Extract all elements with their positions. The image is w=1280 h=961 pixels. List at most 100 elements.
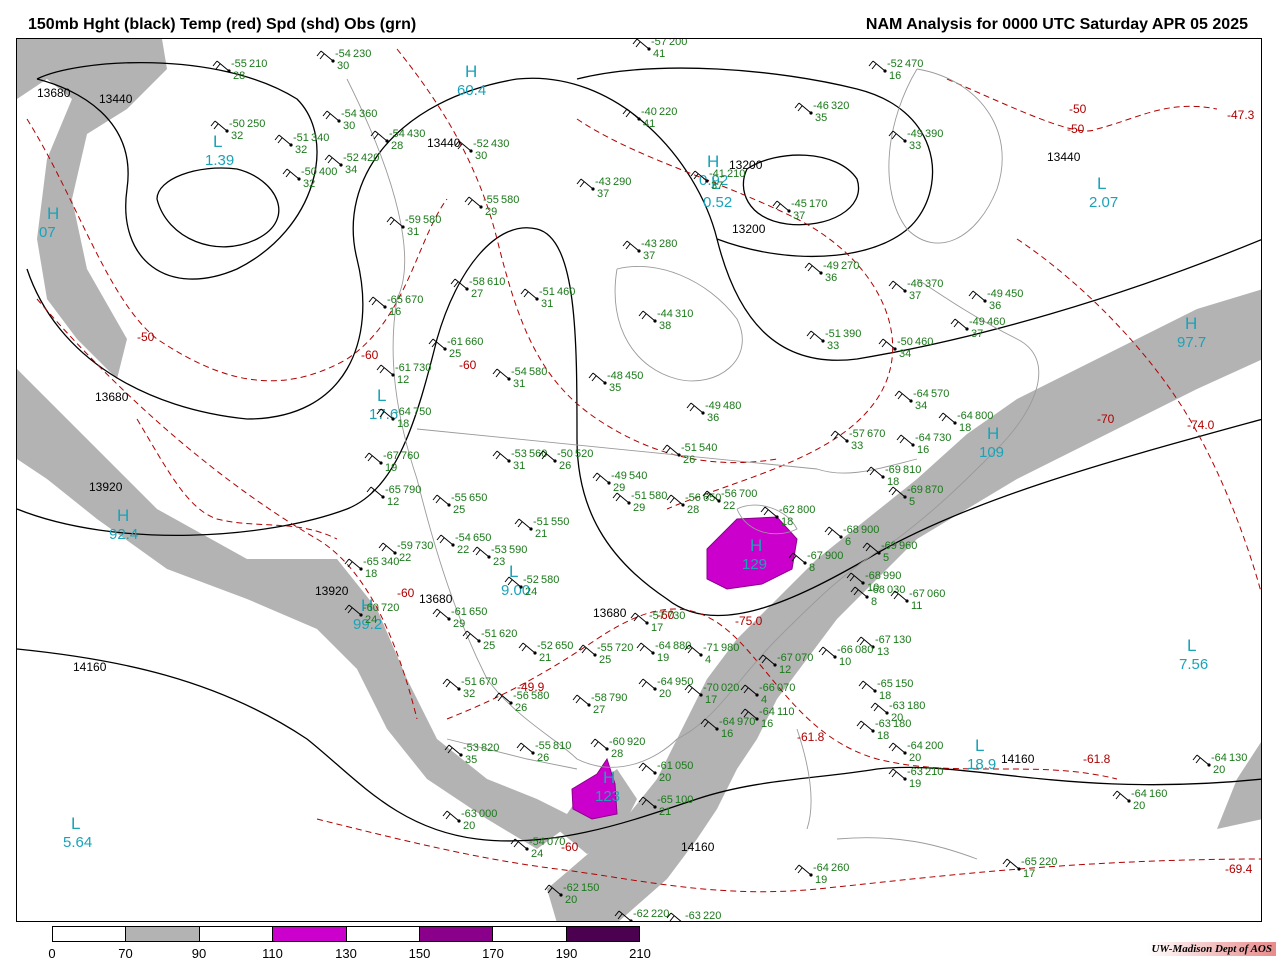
obs-temperature: -49 — [969, 316, 985, 328]
wind-barb-icon — [386, 216, 404, 228]
wind-barb-icon — [968, 290, 986, 302]
wind-barb-icon — [274, 134, 292, 146]
obs-height: 290 — [613, 176, 631, 188]
obs-temperature: -63 — [875, 718, 891, 730]
obs-height: 960 — [899, 540, 917, 552]
obs-dewpoint-depression: 33 — [827, 340, 839, 352]
obs-dewpoint-depression: 16 — [889, 70, 901, 82]
obs-height: 020 — [721, 682, 739, 694]
obs-height: 730 — [933, 432, 951, 444]
station-plot: -65 15018 — [858, 678, 913, 702]
wind-barb-icon — [462, 630, 480, 642]
obs-dewpoint-depression: 32 — [231, 130, 243, 142]
wind-barb-icon — [1192, 754, 1210, 766]
legend-bin — [566, 927, 639, 941]
obs-height: 730 — [413, 362, 431, 374]
station-plot: -53 590 23 — [472, 544, 527, 568]
station-plot: -69 960 5 — [862, 540, 917, 564]
wind-barb-icon — [686, 402, 704, 414]
obs-temperature: -63 — [907, 766, 923, 778]
station-plot: -63 210 19 — [888, 766, 943, 790]
station-plot: -52 470 16 — [868, 58, 923, 82]
station-plot: -57 200 41 — [632, 39, 687, 60]
station-dot-icon — [681, 921, 684, 922]
wind-barb-icon — [866, 466, 884, 478]
obs-dewpoint-depression: 23 — [493, 556, 505, 568]
obs-dewpoint-depression: 20 — [565, 894, 577, 906]
wind-barb-icon — [590, 738, 608, 750]
obs-dewpoint-depression: 31 — [513, 378, 525, 390]
station-plot: -55 210 28 — [212, 58, 267, 82]
obs-temperature: -51 — [481, 628, 497, 640]
station-plot: -64 200 20 — [888, 740, 943, 764]
station-plot: -62 150 20 — [544, 882, 599, 906]
obs-height: 550 — [551, 516, 569, 528]
wind-barb-icon — [436, 534, 454, 546]
obs-dewpoint-depression: 24 — [365, 614, 377, 626]
obs-dewpoint-depression: 36 — [825, 272, 837, 284]
obs-temperature: -63 — [889, 700, 905, 712]
station-plot: -61 050 20 — [638, 760, 693, 784]
obs-dewpoint-depression: 25 — [453, 504, 465, 516]
obs-temperature: -54 — [529, 836, 545, 848]
obs-temperature: -61 — [451, 606, 467, 618]
station-plot: -57 670 33 — [830, 428, 885, 452]
obs-temperature: -50 — [301, 166, 317, 178]
obs-height: 060 — [927, 588, 945, 600]
obs-dewpoint-depression: 20 — [659, 772, 671, 784]
obs-temperature: -50 — [229, 118, 245, 130]
station-plot: -59 580 31 — [386, 214, 441, 238]
station-plot: -64 730 16 — [896, 432, 951, 456]
wind-barb-icon — [518, 642, 536, 654]
wind-barb-icon — [454, 140, 472, 152]
obs-height: 810 — [903, 464, 921, 476]
station-plot: -64 970 16 — [700, 716, 755, 740]
wind-barb-icon — [666, 912, 682, 921]
wind-barb-icon — [804, 262, 822, 274]
obs-temperature: -52 — [523, 574, 539, 586]
observation-group: -54 23030-55 21028-50 25032-54 36030-51 34032… — [210, 39, 1247, 922]
obs-temperature: -69 — [885, 464, 901, 476]
obs-temperature: -66 — [759, 682, 775, 694]
wind-barb-icon — [544, 884, 562, 896]
wind-barb-icon — [806, 330, 824, 342]
obs-height: 150 — [581, 882, 599, 894]
wind-barb-icon — [850, 586, 868, 598]
obs-height: 390 — [843, 328, 861, 340]
wind-barb-icon — [772, 200, 790, 212]
obs-height: 670 — [867, 428, 885, 440]
obs-temperature: -63 — [685, 910, 701, 922]
obs-dewpoint-depression: 34 — [345, 164, 357, 176]
obs-dewpoint-depression: 25 — [483, 640, 495, 652]
obs-height: 450 — [1005, 288, 1023, 300]
station-plot: -46 320 35 — [794, 100, 849, 124]
obs-dewpoint-depression: 21 — [659, 806, 671, 818]
obs-temperature: -49 — [823, 260, 839, 272]
obs-height: 580 — [423, 214, 441, 226]
obs-height: 610 — [487, 276, 505, 288]
station-plot: -51 620 25 — [462, 628, 517, 652]
obs-height: 460 — [557, 286, 575, 298]
wind-barb-icon — [690, 170, 708, 182]
legend-tick: 110 — [262, 946, 283, 961]
obs-dewpoint-depression: 41 — [653, 48, 665, 60]
wind-barb-icon — [376, 408, 394, 420]
obs-temperature: -64 — [915, 432, 931, 444]
obs-dewpoint-depression: 25 — [449, 348, 461, 360]
obs-dewpoint-depression: 36 — [989, 300, 1001, 312]
obs-height: 430 — [407, 128, 425, 140]
obs-height: 460 — [987, 316, 1005, 328]
wind-barb-icon — [858, 680, 876, 692]
obs-height: 560 — [529, 448, 547, 460]
wind-barb-icon — [376, 364, 394, 376]
obs-temperature: -61 — [657, 760, 673, 772]
legend-bin — [126, 927, 200, 941]
station-plot: -64 260 19 — [794, 862, 849, 886]
station-plot: -40 220 41 — [622, 106, 677, 130]
station-plot: -63 000 20 — [442, 808, 497, 832]
obs-temperature: -68 — [869, 584, 885, 596]
obs-height: 580 — [501, 194, 519, 206]
obs-dewpoint-depression: 16 — [761, 718, 773, 730]
obs-dewpoint-depression: 20 — [1133, 800, 1145, 812]
wind-barb-icon — [638, 796, 656, 808]
